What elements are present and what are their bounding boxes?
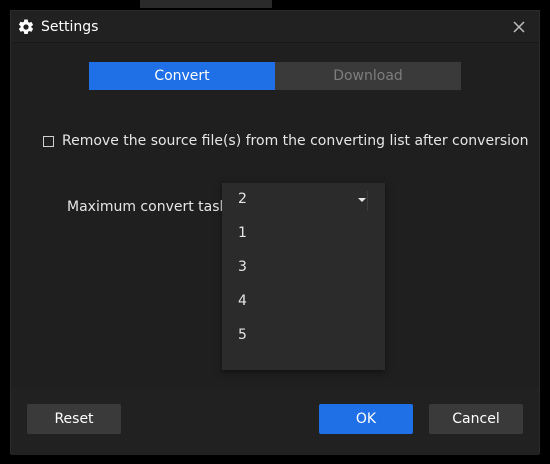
dialog-footer: Reset OK Cancel (11, 388, 539, 455)
option-label: 1 (238, 225, 247, 241)
close-icon[interactable] (509, 17, 529, 37)
option-label: 4 (238, 293, 247, 309)
remove-source-label: Remove the source file(s) from the conve… (62, 133, 529, 149)
option-label: 3 (238, 259, 247, 275)
settings-content: Convert Download Remove the source file(… (11, 43, 539, 388)
option-label: 5 (238, 327, 247, 343)
max-tasks-dropdown[interactable]: 2 1 3 4 5 (222, 183, 385, 370)
max-tasks-selected-value: 2 (238, 191, 247, 207)
cancel-button[interactable]: Cancel (429, 404, 523, 434)
tab-convert[interactable]: Convert (89, 62, 275, 90)
remove-source-checkbox[interactable] (43, 135, 54, 147)
dialog-title: Settings (41, 19, 99, 35)
gear-icon (18, 19, 34, 34)
dialog-titlebar: Settings (11, 11, 539, 43)
max-tasks-option[interactable]: 4 (222, 285, 385, 319)
dropdown-divider (367, 191, 368, 211)
remove-source-option[interactable]: Remove the source file(s) from the conve… (43, 131, 528, 151)
app-window: Settings Convert Download Remove the sou… (0, 0, 550, 464)
max-tasks-selected[interactable]: 2 (222, 183, 385, 217)
max-tasks-option[interactable]: 1 (222, 217, 385, 251)
max-tasks-option[interactable]: 3 (222, 251, 385, 285)
max-tasks-option[interactable]: 5 (222, 319, 385, 353)
settings-dialog: Settings Convert Download Remove the sou… (10, 10, 540, 455)
background-window-sliver (140, 0, 272, 8)
settings-tabs: Convert Download (89, 62, 461, 90)
reset-button[interactable]: Reset (27, 404, 121, 434)
max-tasks-label: Maximum convert tasks (67, 199, 225, 215)
tab-download[interactable]: Download (275, 62, 461, 90)
chevron-down-icon[interactable] (358, 198, 366, 202)
ok-button[interactable]: OK (319, 404, 413, 434)
